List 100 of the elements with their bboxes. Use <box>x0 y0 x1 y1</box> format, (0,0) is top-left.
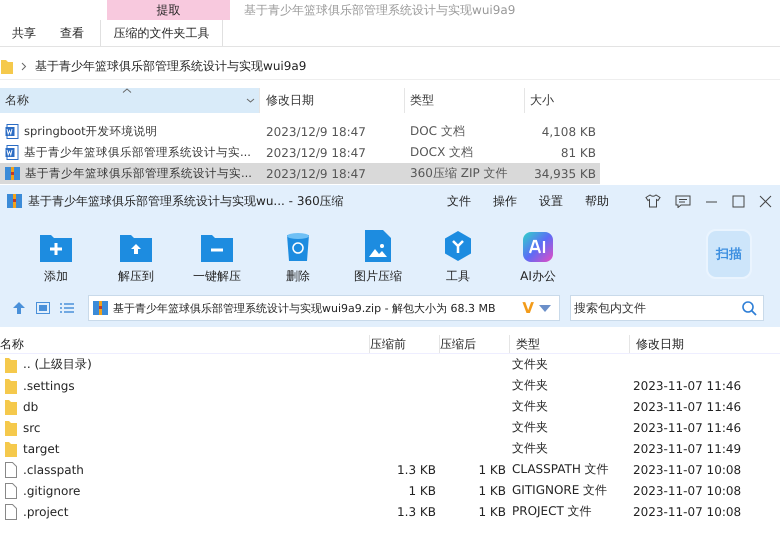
window-title: 基于青少年篮球俱乐部管理系统设计与实现wui9a9 <box>244 2 516 18</box>
column-header[interactable]: 类型 <box>405 88 525 113</box>
date-cell-text: 2023/12/9 18:47 <box>265 166 367 180</box>
folder-minus-icon <box>201 232 233 262</box>
size-cell-text: 34,935 KB <box>533 166 597 180</box>
size-cell: 1 KB <box>478 484 506 498</box>
file-name: 基于青少年篮球俱乐部管理系统设计与实... <box>25 166 252 181</box>
type-cell-text: CLASSPATH 文件 <box>511 461 610 478</box>
date-cell: 2023-11-07 11:49 <box>633 442 742 456</box>
toolbar-button[interactable]: 工具 <box>418 225 498 289</box>
file-icon <box>5 504 17 520</box>
path-field[interactable]: 基于青少年篮球俱乐部管理系统设计与实现wui9a9.zip - 解包大小为 68.3 MB V <box>88 295 560 321</box>
toolbar-button[interactable]: 删除 <box>258 225 338 289</box>
column-header[interactable]: 名称 <box>0 88 260 113</box>
folder-icon <box>5 398 17 414</box>
toolbar-button[interactable]: 添加 <box>16 225 96 289</box>
folder-icon <box>5 356 17 372</box>
folder-icon <box>1 58 13 74</box>
close-icon[interactable] <box>759 194 772 208</box>
size-cell: 1.3 KB <box>397 504 436 518</box>
file-row[interactable]: springboot开发环境说明 2023/12/9 18:47 DOC 文档 4,108 KB <box>0 121 600 142</box>
folder-icon <box>5 378 17 394</box>
hexagon-icon <box>443 230 473 262</box>
dropdown-icon[interactable] <box>246 98 255 103</box>
archive-icon <box>5 166 20 181</box>
archive-icon <box>7 194 22 208</box>
type-cell-text: 文件夹 <box>511 356 549 373</box>
toolbar-button[interactable]: 一键解压 <box>176 225 258 289</box>
ribbon-tab[interactable]: 查看 <box>48 20 96 46</box>
column-header[interactable]: 修改日期 <box>630 335 770 353</box>
file-name[interactable]: .classpath <box>23 462 84 476</box>
menu-item[interactable]: 帮助 <box>585 192 609 210</box>
shirt-icon[interactable] <box>645 194 661 208</box>
size-cell-text: 81 KB <box>560 146 597 160</box>
type-cell-text: 文件夹 <box>511 377 549 394</box>
column-header[interactable]: 名称 <box>0 335 370 353</box>
file-row[interactable]: 基于青少年篮球俱乐部管理系统设计与实... 2023/12/9 18:47 360压缩 ZIP 文件 34,935 KB <box>0 163 600 184</box>
toolbar-button[interactable]: AI办公 <box>498 225 578 289</box>
column-header[interactable]: 修改日期 <box>260 88 405 113</box>
column-header[interactable]: 类型 <box>510 335 630 353</box>
file-name: 基于青少年篮球俱乐部管理系统设计与实... <box>24 145 251 160</box>
type-cell-text: DOCX 文档 <box>409 144 474 161</box>
size-cell: 1 KB <box>478 462 506 476</box>
panel-view-icon[interactable] <box>36 302 50 314</box>
file-name[interactable]: src <box>23 420 41 434</box>
up-arrow-icon[interactable] <box>12 301 26 315</box>
file-name[interactable]: .project <box>23 504 68 518</box>
type-cell-text: 文件夹 <box>511 419 549 436</box>
type-cell-text: 文件夹 <box>511 398 549 415</box>
file-name[interactable]: .. (上级目录) <box>23 356 92 373</box>
menu-item[interactable]: 操作 <box>493 192 517 210</box>
folder-up-icon <box>120 232 152 262</box>
folder-icon <box>5 440 17 456</box>
feedback-icon[interactable] <box>675 194 691 208</box>
archive-path: 基于青少年篮球俱乐部管理系统设计与实现wui9a9.zip - 解包大小为 68.3 MB <box>113 300 497 316</box>
column-header[interactable]: 压缩前 <box>370 335 440 353</box>
document-icon <box>5 145 19 160</box>
file-name[interactable]: db <box>23 400 38 414</box>
menu-item[interactable]: 文件 <box>447 192 471 210</box>
trash-icon <box>285 232 311 262</box>
file-icon <box>5 482 17 498</box>
image-file-icon <box>365 230 391 262</box>
type-cell-text: DOC 文档 <box>409 123 466 140</box>
file-name[interactable]: .gitignore <box>23 484 80 498</box>
maximize-icon[interactable] <box>732 194 745 208</box>
folder-icon <box>5 420 17 436</box>
ribbon-tab[interactable]: 共享 <box>0 20 48 46</box>
chevron-icon[interactable] <box>21 62 27 70</box>
date-cell-text: 2023/12/9 18:47 <box>265 124 367 138</box>
file-name[interactable]: .settings <box>23 378 75 392</box>
size-cell-text: 4,108 KB <box>540 124 597 138</box>
document-icon <box>5 124 19 139</box>
dropdown-icon[interactable] <box>539 304 551 312</box>
size-cell: 1.3 KB <box>397 462 436 476</box>
file-name[interactable]: target <box>23 442 60 456</box>
toolbar-button[interactable]: 解压到 <box>96 225 176 289</box>
date-cell: 2023-11-07 11:46 <box>633 400 742 414</box>
window-title: 基于青少年篮球俱乐部管理系统设计与实现wu... - 360压缩 <box>28 192 344 210</box>
date-cell: 2023-11-07 10:08 <box>633 462 742 476</box>
date-cell: 2023-11-07 10:08 <box>633 484 742 498</box>
file-icon <box>5 462 17 478</box>
folder-plus-icon <box>40 232 72 262</box>
v-mark-label: V <box>522 299 534 317</box>
archive-icon <box>93 301 108 315</box>
date-cell: 2023-11-07 11:46 <box>633 420 742 434</box>
search-field[interactable]: 搜索包内文件 <box>570 295 764 321</box>
ai-icon <box>523 232 553 262</box>
column-header[interactable]: 压缩后 <box>440 335 510 353</box>
breadcrumb-item[interactable]: 基于青少年篮球俱乐部管理系统设计与实现wui9a9 <box>35 58 306 74</box>
context-tab-header: 提取 <box>107 0 230 20</box>
toolbar-button[interactable]: 图片压缩 <box>338 225 418 289</box>
menu-item[interactable]: 设置 <box>539 192 563 210</box>
column-header[interactable]: 大小 <box>525 88 625 113</box>
file-row[interactable]: 基于青少年篮球俱乐部管理系统设计与实... 2023/12/9 18:47 DOCX 文档 81 KB <box>0 142 600 163</box>
date-cell: 2023-11-07 10:08 <box>633 504 742 518</box>
size-cell: 1 KB <box>478 504 506 518</box>
search-icon[interactable] <box>742 301 757 316</box>
date-cell-text: 2023/12/9 18:47 <box>265 146 367 160</box>
list-view-icon[interactable] <box>60 302 74 314</box>
ribbon-tab[interactable]: 压缩的文件夹工具 <box>100 20 223 46</box>
